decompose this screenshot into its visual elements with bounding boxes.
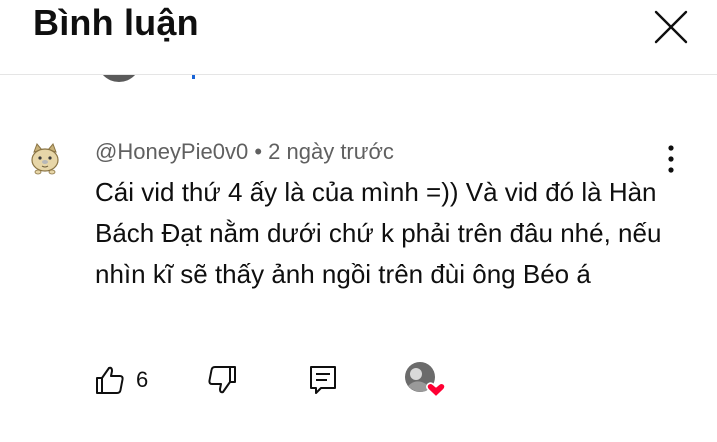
author-avatar[interactable]: [28, 142, 62, 176]
thumbs-up-icon: [96, 366, 124, 394]
reply-icon: [310, 366, 336, 394]
more-vertical-icon: [668, 145, 674, 173]
meta-separator: •: [254, 139, 263, 164]
like-count: 6: [136, 367, 149, 392]
close-button[interactable]: [648, 4, 694, 50]
creator-heart-badge: [402, 360, 448, 400]
comment-body: Cái vid thứ 4 ấy là của mình =)) Và vid …: [95, 177, 662, 289]
comment-options-button[interactable]: [660, 143, 682, 175]
thumbs-down-icon: [208, 366, 236, 394]
comment-author[interactable]: @HoneyPie0v0: [95, 139, 248, 164]
dislike-button[interactable]: [206, 362, 238, 398]
cat-avatar-icon: [31, 143, 59, 175]
like-button[interactable]: 6: [94, 362, 148, 398]
comments-panel: Bình luận @HoneyPie0v0 • 2 ngày trước Cá…: [0, 0, 717, 442]
comment-meta: @HoneyPie0v0 • 2 ngày trước: [95, 139, 394, 165]
creator-heart-icon: [405, 362, 446, 398]
page-title: Bình luận: [33, 2, 199, 43]
panel-header: Bình luận: [0, 0, 717, 74]
close-icon: [654, 10, 688, 44]
header-divider: [0, 74, 717, 75]
comment-timestamp: 2 ngày trước: [268, 139, 394, 164]
reply-button[interactable]: [308, 362, 338, 398]
